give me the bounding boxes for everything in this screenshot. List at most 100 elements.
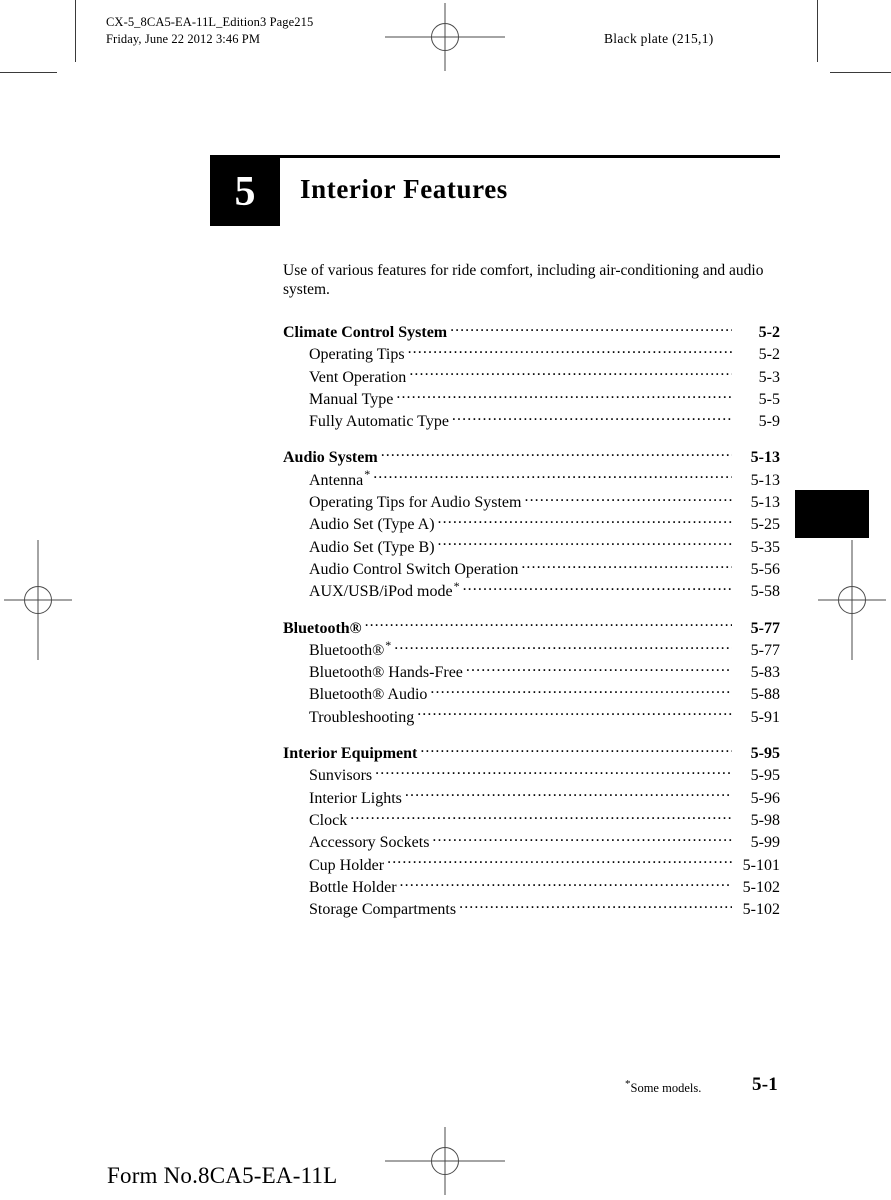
toc-item-label: Operating Tips for Audio System: [309, 494, 522, 512]
toc-leader-dots: [459, 898, 732, 914]
chapter-rule: [210, 155, 780, 158]
toc-group: Climate Control System 5-2 Operating Tips 5…: [283, 321, 780, 432]
toc-section-row[interactable]: Audio System 5-13: [283, 446, 780, 468]
thumb-index-tab: [795, 490, 869, 538]
toc-item-page: 5-35: [750, 538, 780, 556]
toc-item-label: Audio Control Switch Operation: [309, 560, 519, 578]
toc-item-row[interactable]: Cup Holder 5-101: [283, 854, 780, 876]
toc-section-row[interactable]: Climate Control System 5-2: [283, 321, 780, 343]
toc-item-page: 5-3: [758, 368, 780, 386]
toc-item-page: 5-56: [750, 560, 780, 578]
toc-item-row[interactable]: Antenna* 5-13: [283, 467, 780, 491]
registration-circle: [838, 586, 866, 614]
toc-item-page: 5-9: [758, 413, 780, 431]
toc-section-page: 5-13: [750, 449, 780, 467]
footnote: *Some models.: [624, 1078, 701, 1096]
toc-item-page: 5-13: [750, 471, 780, 489]
toc-section-page: 5-95: [750, 745, 780, 763]
toc-item-label: Fully Automatic Type: [309, 413, 449, 431]
toc-leader-dots: [420, 742, 732, 758]
toc-item-row[interactable]: Audio Control Switch Operation 5-56: [283, 558, 780, 580]
toc-item-page: 5-102: [742, 878, 780, 896]
toc-section-label: Audio System: [283, 449, 378, 467]
crop-mark-top-left-vertical: [75, 0, 76, 62]
toc-leader-dots: [365, 617, 732, 633]
toc-leader-dots: [400, 876, 732, 892]
toc-section-page: 5-77: [750, 619, 780, 637]
toc-item-row[interactable]: Audio Set (Type B) 5-35: [283, 536, 780, 558]
toc-item-label: Bluetooth®*: [309, 637, 392, 659]
document-timestamp-line: Friday, June 22 2012 3:46 PM: [106, 31, 261, 46]
running-head-right: Black plate (215,1): [604, 31, 714, 46]
toc-item-row[interactable]: AUX/USB/iPod mode* 5-58: [283, 580, 780, 602]
toc-item-label: Storage Compartments: [309, 901, 457, 919]
toc-section-label: Interior Equipment: [283, 745, 418, 763]
toc-item-page: 5-96: [750, 789, 780, 807]
toc-item-label: Bluetooth® Hands-Free: [309, 664, 463, 682]
left-registration-mark: [4, 540, 72, 660]
toc-item-row[interactable]: Audio Set (Type A) 5-25: [283, 513, 780, 535]
toc-item-row[interactable]: Interior Lights 5-96: [283, 787, 780, 809]
chapter-intro-text: Use of various features for ride comfort…: [283, 262, 764, 298]
toc-item-row[interactable]: Fully Automatic Type 5-9: [283, 410, 780, 432]
toc-item-row[interactable]: Vent Operation 5-3: [283, 366, 780, 388]
toc-section-row[interactable]: Bluetooth® 5-77: [283, 617, 780, 639]
toc-item-row[interactable]: Bottle Holder 5-102: [283, 876, 780, 898]
registration-circle: [24, 586, 52, 614]
toc-item-page: 5-58: [750, 583, 780, 601]
toc-item-label: Cup Holder: [309, 856, 385, 874]
toc-item-row[interactable]: Bluetooth®* 5-77: [283, 639, 780, 661]
toc-item-label: Clock: [309, 811, 348, 829]
chapter-number: 5: [210, 158, 280, 226]
toc-item-row[interactable]: Operating Tips for Audio System 5-13: [283, 491, 780, 513]
toc-item-page: 5-95: [750, 767, 780, 785]
crop-mark-top-right-vertical: [817, 0, 818, 62]
toc-leader-dots: [521, 558, 732, 574]
toc-leader-dots: [381, 446, 732, 462]
toc-item-row[interactable]: Clock 5-98: [283, 809, 780, 831]
toc-item-page: 5-91: [750, 708, 780, 726]
toc-leader-dots: [373, 469, 732, 485]
toc-section-row[interactable]: Interior Equipment 5-95: [283, 742, 780, 764]
toc-item-page: 5-88: [750, 686, 780, 704]
toc-item-label: Sunvisors: [309, 767, 373, 785]
top-registration-mark: [385, 3, 505, 71]
toc-item-page: 5-2: [758, 346, 780, 364]
toc-item-row[interactable]: Manual Type 5-5: [283, 388, 780, 410]
toc-group: Interior Equipment5-95Sunvisors5-95Inter…: [283, 742, 780, 920]
toc-item-page: 5-98: [750, 811, 780, 829]
toc-leader-dots: [452, 410, 732, 426]
asterisk-icon: *: [364, 467, 371, 482]
toc-item-row[interactable]: Bluetooth® Audio 5-88: [283, 683, 780, 705]
toc-leader-dots: [438, 536, 732, 552]
crop-mark-top-left-horizontal: [0, 72, 57, 73]
table-of-contents: Climate Control System 5-2 Operating Tips 5…: [283, 321, 780, 934]
toc-item-label: Operating Tips: [309, 346, 405, 364]
toc-item-page: 5-102: [742, 901, 780, 919]
toc-item-row[interactable]: Operating Tips 5-2: [283, 343, 780, 365]
registration-circle: [431, 23, 459, 51]
asterisk-icon: *: [453, 578, 460, 593]
toc-item-row[interactable]: Troubleshooting 5-91: [283, 706, 780, 728]
toc-item-label: Manual Type: [309, 390, 394, 408]
toc-leader-dots: [387, 854, 732, 870]
toc-leader-dots: [394, 639, 732, 655]
toc-item-row[interactable]: Sunvisors 5-95: [283, 764, 780, 786]
crop-mark-top-right-horizontal: [830, 72, 891, 73]
toc-leader-dots: [438, 513, 732, 529]
toc-group: Audio System5-13Antenna*5-13Operating Ti…: [283, 446, 780, 602]
toc-item-row[interactable]: Storage Compartments 5-102: [283, 898, 780, 920]
toc-item-page: 5-13: [750, 494, 780, 512]
toc-item-row[interactable]: Accessory Sockets 5-99: [283, 831, 780, 853]
toc-item-page: 5-99: [750, 834, 780, 852]
toc-leader-dots: [466, 661, 732, 677]
toc-item-label: Antenna*: [309, 467, 371, 489]
toc-item-label: Interior Lights: [309, 789, 402, 807]
page-title: Interior Features: [300, 174, 508, 204]
toc-item-page: 5-77: [750, 641, 780, 659]
toc-item-label: Audio Set (Type B): [309, 538, 435, 556]
running-head-left: CX-5_8CA5-EA-11L_Edition3 Page215 Friday…: [106, 14, 313, 47]
toc-item-row[interactable]: Bluetooth® Hands-Free 5-83: [283, 661, 780, 683]
toc-leader-dots: [450, 321, 732, 337]
form-number: Form No.8CA5-EA-11L: [107, 1163, 338, 1188]
